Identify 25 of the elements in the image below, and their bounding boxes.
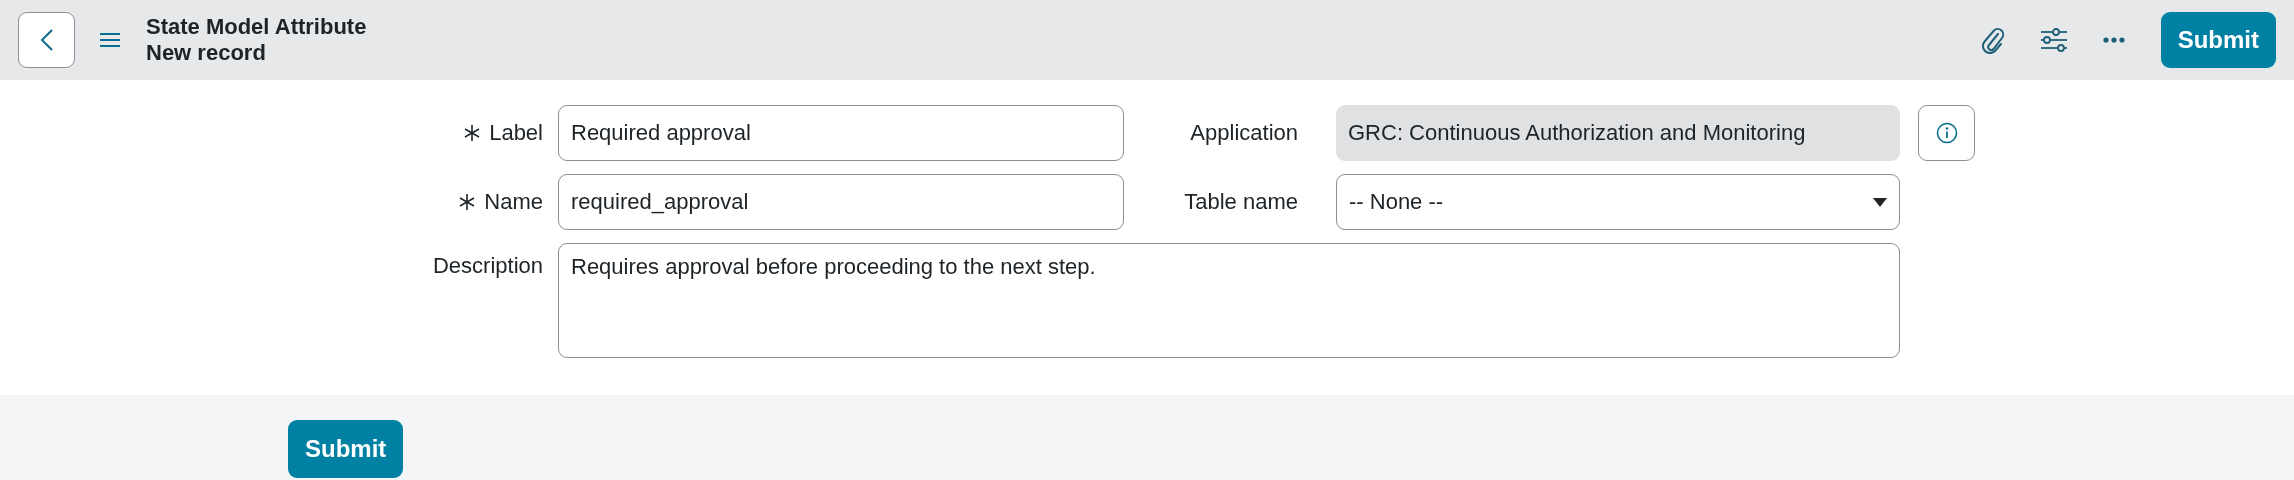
info-icon — [1935, 122, 1958, 144]
readonly-field: GRC: Continuous Authorization and Monitoring — [1336, 105, 1900, 161]
submit-button[interactable]: Submit — [2160, 12, 2276, 68]
text-field[interactable]: Required approval — [558, 105, 1124, 161]
more-icon[interactable] — [2102, 37, 2125, 43]
required-icon — [458, 193, 477, 211]
description-field[interactable]: Requires approval before proceeding to the next step. — [558, 243, 1900, 358]
field-label: Application — [1190, 120, 1298, 146]
page-subtitle: New record — [146, 40, 267, 66]
text-field[interactable]: required_approval — [558, 174, 1124, 230]
caret-icon — [1873, 197, 1887, 207]
required-icon — [463, 124, 482, 142]
field-label: Name — [484, 189, 543, 215]
info-button[interactable] — [1918, 105, 1975, 161]
dropdown-field[interactable]: -- None -- — [1336, 174, 1900, 230]
paperclip-icon[interactable] — [1980, 26, 2005, 54]
field-label: Table name — [1184, 189, 1298, 215]
field-label: Label — [489, 120, 543, 146]
submit-button[interactable]: Submit — [288, 420, 404, 478]
menu-icon[interactable] — [100, 33, 120, 47]
back-button[interactable] — [18, 12, 75, 68]
settings-icon[interactable] — [2040, 28, 2067, 52]
page-title: State Model Attribute — [146, 14, 367, 40]
chevron-left-icon — [39, 28, 54, 52]
field-label: Description — [432, 253, 543, 279]
